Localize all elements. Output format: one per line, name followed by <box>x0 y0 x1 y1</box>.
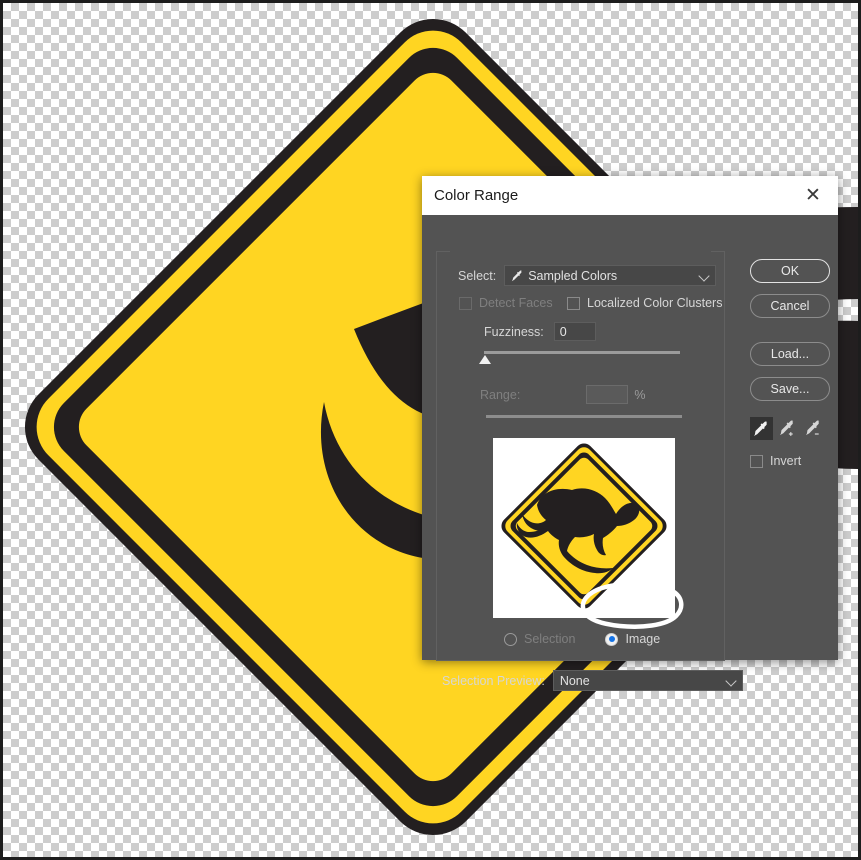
cancel-button[interactable]: Cancel <box>750 294 830 318</box>
fuzziness-row: Fuzziness: 0 <box>484 322 596 341</box>
select-label: Select: <box>458 268 497 283</box>
invert-label: Invert <box>770 454 802 468</box>
load-button[interactable]: Load... <box>750 342 830 366</box>
localized-color-clusters-row[interactable]: Localized Color Clusters <box>567 296 722 310</box>
range-label: Range: <box>480 387 521 402</box>
eyedropper-subtract-icon[interactable] <box>803 417 826 440</box>
eyedropper-icon <box>512 270 523 282</box>
select-row: Select: Sampled Colors <box>458 265 717 286</box>
select-dropdown[interactable]: Sampled Colors <box>504 265 717 286</box>
selection-preview-dropdown[interactable]: None <box>552 670 743 691</box>
preview-mode-radio-group: Selection Image <box>504 632 660 646</box>
save-button[interactable]: Save... <box>750 377 830 401</box>
ok-button[interactable]: OK <box>750 259 830 283</box>
localized-color-clusters-label: Localized Color Clusters <box>587 296 723 310</box>
fuzziness-label: Fuzziness: <box>484 324 544 339</box>
fuzziness-slider-track <box>484 351 680 354</box>
selection-preview-row: Selection Preview: None <box>442 670 743 691</box>
eyedropper-add-icon[interactable] <box>777 417 800 440</box>
invert-checkbox[interactable] <box>750 454 763 468</box>
screen: Color Range ✕ Select: Sampled Colors Det… <box>0 0 861 860</box>
selection-preview-value: None <box>559 673 590 688</box>
eyedropper-sample-icon[interactable] <box>750 417 773 440</box>
selection-radio-label: Selection <box>524 632 576 646</box>
dialog-title: Color Range <box>434 187 519 204</box>
selection-radio-item[interactable]: Selection <box>504 632 575 646</box>
chevron-down-icon <box>698 269 710 282</box>
range-unit-label: % <box>634 387 646 402</box>
detect-faces-checkbox <box>459 296 472 310</box>
detect-faces-row: Detect Faces <box>459 296 553 310</box>
eyedropper-glyph <box>753 421 767 437</box>
selection-radio-button[interactable] <box>504 632 517 646</box>
selection-preview-label: Selection Preview: <box>442 673 545 688</box>
detect-faces-label: Detect Faces <box>479 296 553 310</box>
eyedropper-subtract-glyph <box>806 420 820 436</box>
image-radio-button[interactable] <box>605 632 619 646</box>
fuzziness-slider-thumb[interactable] <box>479 355 491 364</box>
fuzziness-input[interactable]: 0 <box>553 322 596 341</box>
eyedropper-tool-row <box>750 417 830 440</box>
select-value: Sampled Colors <box>528 268 618 283</box>
range-slider <box>486 415 682 418</box>
range-input <box>586 385 629 404</box>
preview-thumbnail[interactable] <box>493 438 675 618</box>
range-row: Range: % <box>480 385 645 404</box>
localized-color-clusters-checkbox[interactable] <box>567 296 580 310</box>
dialog-body: Select: Sampled Colors Detect Faces Loca… <box>422 215 838 691</box>
image-radio-item[interactable]: Image <box>605 632 660 646</box>
image-radio-label: Image <box>625 632 661 646</box>
invert-row[interactable]: Invert <box>750 454 830 468</box>
fuzziness-slider[interactable] <box>479 351 680 365</box>
dialog-titlebar: Color Range ✕ <box>422 176 838 215</box>
preview-kangaroo-sign <box>493 438 675 618</box>
eyedropper-add-glyph <box>779 420 793 436</box>
color-range-dialog[interactable]: Color Range ✕ Select: Sampled Colors Det… <box>422 176 838 691</box>
close-icon[interactable]: ✕ <box>800 183 826 209</box>
chevron-down-icon <box>725 674 737 687</box>
dialog-button-column: OK Cancel Load... Save... Invert <box>750 259 830 468</box>
